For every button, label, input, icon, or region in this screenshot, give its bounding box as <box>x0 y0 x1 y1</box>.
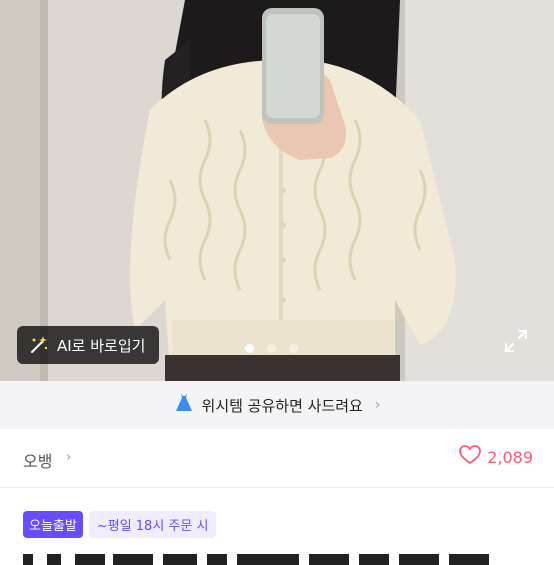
magic-wand-icon <box>27 334 49 356</box>
product-photo <box>0 0 554 381</box>
expand-icon[interactable] <box>503 328 529 354</box>
carousel-indicator <box>245 344 298 353</box>
wishlist-share-label: 위시템 공유하면 사드려요 <box>201 396 363 415</box>
shipping-condition-badge: ~평일 18시 주문 시 <box>88 511 217 538</box>
heart-icon <box>459 445 482 469</box>
chevron-right-icon[interactable]: › <box>66 450 71 465</box>
same-day-shipping-badge: 오늘출발 <box>23 511 83 538</box>
seller-row: 오뱅 › 2,089 <box>0 429 554 488</box>
ai-try-on-button[interactable]: AI로 바로입기 <box>17 326 160 364</box>
carousel-dot-1[interactable] <box>245 344 254 353</box>
dress-icon <box>174 393 194 417</box>
seller-name[interactable]: 오뱅 <box>23 448 52 472</box>
product-image-carousel[interactable]: AI로 바로입기 <box>0 0 554 381</box>
wishlist-share-banner[interactable]: 위시템 공유하면 사드려요 › <box>0 381 554 429</box>
like-button[interactable]: 2,089 <box>459 445 533 469</box>
chevron-right-icon: › <box>374 397 381 413</box>
shipping-badges: 오늘출발 ~평일 18시 주문 시 <box>23 511 217 538</box>
product-title-cut-off <box>23 545 543 565</box>
carousel-dot-2[interactable] <box>267 344 276 353</box>
carousel-dot-3[interactable] <box>289 344 298 353</box>
clipped-title-text <box>23 554 489 565</box>
like-count: 2,089 <box>487 447 533 467</box>
ai-try-on-label: AI로 바로입기 <box>57 336 146 355</box>
